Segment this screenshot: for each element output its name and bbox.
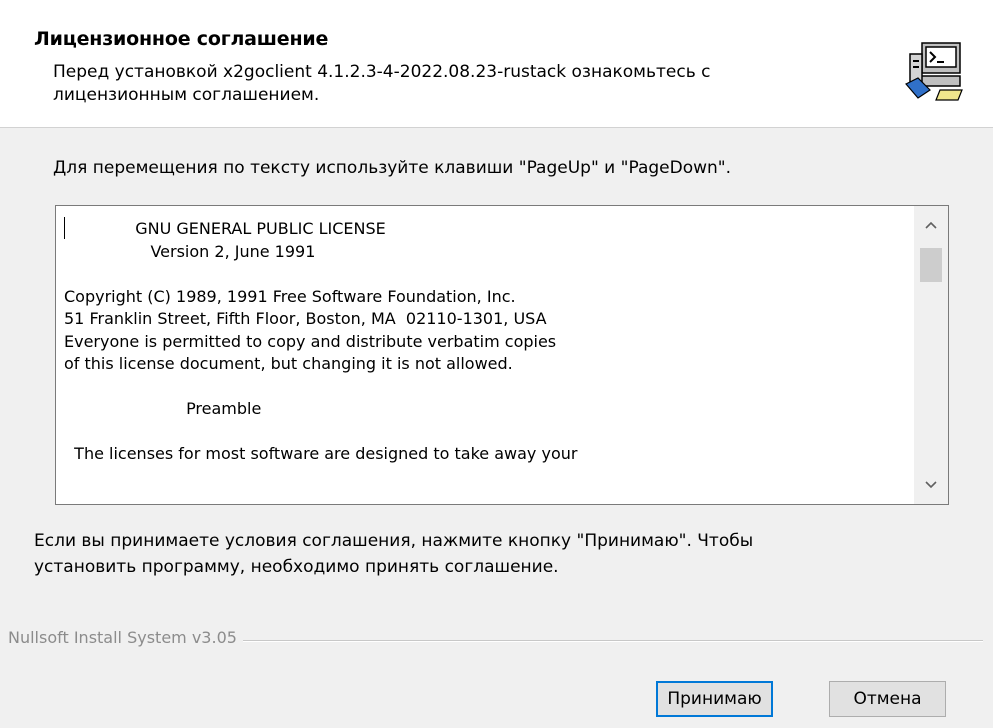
agreement-note: Если вы принимаете условия соглашения, н…	[34, 531, 754, 577]
chevron-down-icon	[925, 481, 937, 489]
license-text: GNU GENERAL PUBLIC LICENSE Version 2, Ju…	[64, 219, 578, 463]
page-title: Лицензионное соглашение	[34, 28, 329, 50]
installer-computer-icon	[905, 42, 963, 101]
license-scrollbar[interactable]	[914, 206, 948, 504]
branding-label: Nullsoft Install System v3.05	[8, 628, 243, 647]
accept-button[interactable]: Принимаю	[656, 681, 773, 717]
page-subtitle: Перед установкой x2goclient 4.1.2.3-4-20…	[53, 62, 711, 105]
scroll-thumb[interactable]	[920, 248, 942, 282]
scroll-down-button[interactable]	[914, 470, 948, 500]
chevron-up-icon	[925, 221, 937, 229]
cancel-button[interactable]: Отмена	[829, 681, 946, 717]
scroll-up-button[interactable]	[914, 210, 948, 240]
license-textbox[interactable]: GNU GENERAL PUBLIC LICENSE Version 2, Ju…	[55, 205, 949, 505]
scroll-instruction: Для перемещения по тексту используйте кл…	[53, 158, 731, 178]
header-panel: Лицензионное соглашение Перед установкой…	[0, 0, 993, 128]
